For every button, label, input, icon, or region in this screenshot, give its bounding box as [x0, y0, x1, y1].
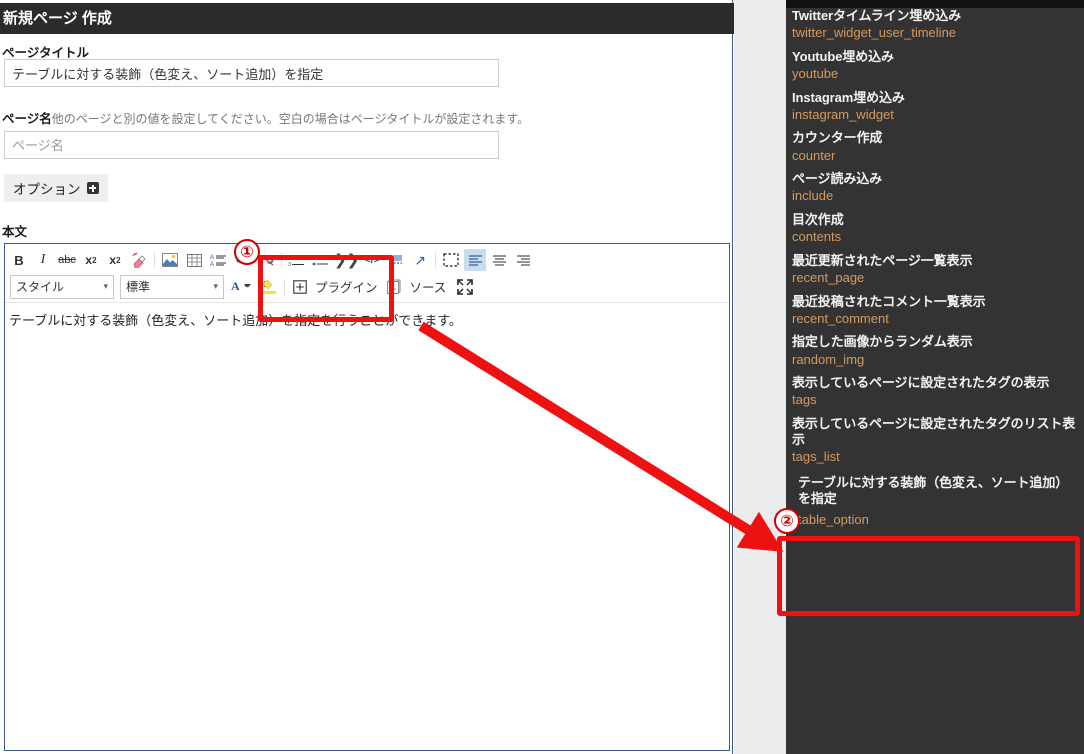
superscript-button[interactable]: x2: [104, 249, 126, 271]
plugin-item-table-option[interactable]: テーブルに対する装飾（色変え、ソート追加）を指定 table_option: [792, 475, 1078, 528]
plugin-code: include: [792, 188, 834, 204]
toolbar-row-2: スタイル ▾ 標準 ▾ A ab: [7, 273, 727, 300]
code-block-icon[interactable]: </>: [361, 249, 383, 271]
plugin-code: tags: [792, 392, 817, 408]
style-select-label: スタイル: [16, 280, 65, 294]
editor-toolbar: B I abc x2 x2 AA 1 3 ❯❯ </> ↗ スタイル ▾ 標準 …: [5, 244, 729, 303]
plugin-item-include[interactable]: ページ読み込み include: [792, 171, 1078, 205]
blockquote-icon[interactable]: ❯❯: [334, 249, 359, 271]
style-select[interactable]: スタイル ▾: [10, 274, 114, 299]
bulleted-list-icon[interactable]: [310, 249, 332, 271]
strikethrough-button[interactable]: abc: [56, 249, 78, 271]
plugin-code: instagram_widget: [792, 106, 894, 122]
plugin-code: contents: [792, 229, 842, 245]
plugin-title: Youtube埋め込み: [792, 48, 894, 64]
maximize-icon[interactable]: [454, 276, 476, 298]
plugin-code: tags_list: [792, 449, 840, 465]
chevron-down-icon: ▾: [213, 281, 218, 291]
svg-text:A: A: [210, 262, 214, 267]
svg-text:1: 1: [288, 255, 291, 261]
page-title-input[interactable]: [4, 59, 499, 87]
plugin-icon[interactable]: [289, 276, 311, 298]
options-button[interactable]: オプション: [4, 174, 108, 202]
plugin-code: random_img: [792, 351, 865, 367]
remove-format-icon[interactable]: [128, 249, 150, 271]
plugin-title: 表示しているページに設定されたタグの表示: [792, 375, 1050, 391]
plugin-code: counter: [792, 147, 836, 163]
image-icon[interactable]: [159, 249, 181, 271]
screen-root: 新規ページ 作成 ページタイトル ページ名他のページと別の値を設定してください。…: [0, 0, 1084, 754]
chevron-down-icon: ▾: [103, 281, 108, 291]
plugin-item-tags[interactable]: 表示しているページに設定されたタグの表示 tags: [792, 375, 1078, 409]
plugin-list-sidebar: Twitterタイムライン埋め込み twitter_widget_user_ti…: [786, 0, 1084, 754]
italic-button[interactable]: I: [32, 249, 54, 271]
plugin-title: Instagram埋め込み: [792, 89, 905, 105]
link-icon[interactable]: [231, 249, 253, 271]
plugin-item-recent-comment[interactable]: 最近投稿されたコメント一覧表示 recent_comment: [792, 294, 1078, 328]
text-transform-icon[interactable]: AA: [207, 249, 229, 271]
toolbar-row-1: B I abc x2 x2 AA 1 3 ❯❯ </> ↗: [7, 247, 727, 273]
plugin-item-youtube[interactable]: Youtube埋め込み youtube: [792, 49, 1078, 83]
plugin-label[interactable]: プラグイン: [315, 277, 378, 296]
page-name-label: ページ名他のページと別の値を設定してください。空白の場合はページタイトルが設定さ…: [2, 112, 530, 126]
page-break-icon[interactable]: [385, 249, 407, 271]
svg-text:</>: </>: [389, 287, 396, 293]
plugin-code: table_option: [798, 511, 869, 527]
format-select-label: 標準: [126, 280, 151, 294]
editor-content-area[interactable]: テーブルに対する装飾（色変え、ソート追加）を指定を行うことができます。: [5, 303, 729, 339]
page-name-hint: 他のページと別の値を設定してください。空白の場合はページタイトルが設定されます。: [51, 112, 530, 126]
numbered-list-icon[interactable]: 13: [286, 249, 308, 271]
plugin-code: recent_page: [792, 270, 865, 286]
plugin-title: 最近投稿されたコメント一覧表示: [792, 293, 986, 309]
plugin-item-tags-list[interactable]: 表示しているページに設定されたタグのリスト表示 tags_list: [792, 416, 1078, 466]
bold-button[interactable]: B: [8, 249, 30, 271]
text-color-button[interactable]: A: [228, 276, 256, 298]
svg-text:3: 3: [288, 262, 291, 267]
plugin-code: twitter_widget_user_timeline: [792, 25, 957, 41]
svg-text:A: A: [231, 279, 240, 293]
source-icon[interactable]: </>: [384, 276, 406, 298]
plugin-item-counter[interactable]: カウンター作成 counter: [792, 130, 1078, 164]
plugin-title: 指定した画像からランダム表示: [792, 334, 973, 350]
background-color-button[interactable]: ab: [258, 276, 280, 298]
plus-icon: [86, 182, 99, 194]
rich-text-editor: B I abc x2 x2 AA 1 3 ❯❯ </> ↗ スタイル ▾ 標準 …: [4, 243, 730, 751]
anchor-arrow-icon[interactable]: ↗: [409, 249, 431, 271]
plugin-item-twitter[interactable]: Twitterタイムライン埋め込み twitter_widget_user_ti…: [792, 8, 1078, 42]
body-label: 本文: [2, 225, 28, 239]
page-name-input[interactable]: [4, 131, 499, 159]
plugin-title: 目次作成: [792, 211, 844, 227]
plugin-item-instagram[interactable]: Instagram埋め込み instagram_widget: [792, 90, 1078, 124]
plugin-code: youtube: [792, 66, 839, 82]
page-title-header: 新規ページ 作成: [0, 3, 736, 34]
svg-text:A: A: [210, 255, 214, 261]
table-icon[interactable]: [183, 249, 205, 271]
plugin-item-contents[interactable]: 目次作成 contents: [792, 212, 1078, 246]
main-content-pane: 新規ページ 作成 ページタイトル ページ名他のページと別の値を設定してください。…: [0, 0, 736, 754]
unlink-icon[interactable]: [255, 249, 277, 271]
plugin-title: カウンター作成: [792, 130, 883, 146]
sidebar-top-strip: [786, 0, 1084, 8]
plugin-code: recent_comment: [792, 310, 889, 326]
align-left-icon[interactable]: [464, 249, 487, 271]
format-select[interactable]: 標準 ▾: [120, 274, 224, 299]
plugin-title: Twitterタイムライン埋め込み: [792, 8, 962, 23]
source-label[interactable]: ソース: [410, 277, 447, 296]
plugin-title: テーブルに対する装飾（色変え、ソート追加）を指定: [798, 475, 1069, 507]
editor-body-text: テーブルに対する装飾（色変え、ソート追加）を指定を行うことができます。: [9, 313, 462, 328]
show-blocks-icon[interactable]: [440, 249, 462, 271]
align-center-icon[interactable]: [488, 249, 510, 271]
align-right-icon[interactable]: [512, 249, 534, 271]
options-button-label: オプション: [13, 182, 81, 197]
plugin-item-recent-page[interactable]: 最近更新されたページ一覧表示 recent_page: [792, 253, 1078, 287]
plugin-title: ページ読み込み: [792, 171, 883, 187]
plugin-title: 最近更新されたページ一覧表示: [792, 252, 973, 268]
plugin-title: 表示しているページに設定されたタグのリスト表示: [792, 415, 1076, 448]
plugin-item-random-img[interactable]: 指定した画像からランダム表示 random_img: [792, 334, 1078, 368]
gutter-column: [734, 0, 786, 754]
subscript-button[interactable]: x2: [80, 249, 102, 271]
